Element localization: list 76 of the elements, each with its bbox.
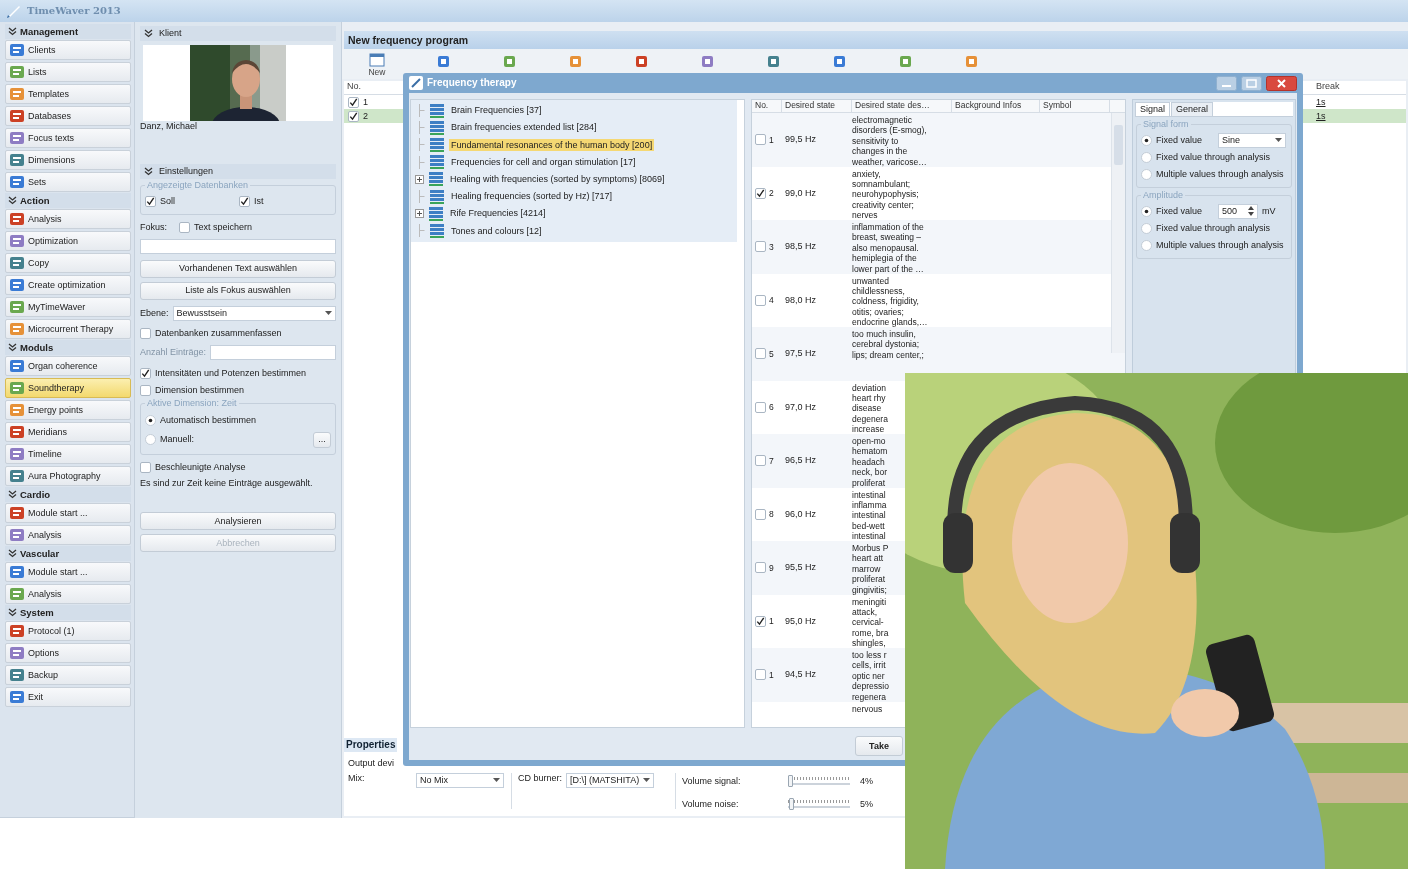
field-label: CD burner:: [518, 772, 562, 784]
table-cell: 3: [769, 241, 774, 252]
group-title: Aktive Dimension: Zeit: [146, 398, 238, 409]
field-label: Output devi: [348, 758, 396, 769]
field-label: Fokus:: [140, 221, 167, 233]
radio-label: Fixed value through analysis: [1156, 222, 1271, 234]
table-cell: 8: [769, 509, 774, 520]
table-cell-text: inflammation of the breast, sweating – also menopausal. hemiplegia of the lower part of the …: [852, 221, 925, 275]
table-cell: 2: [769, 188, 774, 199]
field-label: Volume noise:: [682, 798, 740, 810]
table-cell: 95,0 Hz: [785, 615, 817, 626]
table-cell: 9: [769, 562, 774, 573]
table-cell: 4: [769, 295, 774, 306]
table-cell: 5: [769, 348, 774, 359]
table-cell: 95,5 Hz: [785, 562, 817, 573]
table-cell-text: 1s: [1316, 110, 1327, 122]
table-cell-text: 1s: [1316, 96, 1327, 108]
table-cell: 1: [769, 134, 774, 145]
column-header: No.: [752, 100, 782, 112]
field-label: Ebene:: [140, 307, 169, 319]
table-cell: 98,5 Hz: [785, 241, 817, 252]
table-cell: 6: [769, 402, 774, 413]
checkbox-label: Beschleunigte Analyse: [155, 461, 246, 473]
field-label: Mix:: [348, 772, 366, 784]
table-cell: 1: [769, 669, 774, 680]
field-label: Anzahl Einträge:: [140, 346, 207, 358]
checkbox-label: Ist: [254, 195, 264, 207]
table-cell: 94,5 Hz: [785, 669, 817, 680]
radio-label: Manuell:: [160, 434, 195, 445]
column-header: No.: [346, 81, 362, 93]
group-title: Amplitude: [1142, 190, 1185, 201]
radio-label: Automatisch bestimmen: [160, 414, 257, 426]
section-title: Properties: [344, 738, 398, 752]
table-cell: 1: [769, 616, 774, 627]
field-label: Volume signal:: [682, 775, 742, 787]
table-cell-text: too much insulin, cerebral dystonia; lips; dream center,;: [852, 328, 925, 361]
checkbox-label: Intensitäten und Potenzen bestimmen: [155, 367, 307, 379]
table-cell: 96,0 Hz: [785, 508, 817, 519]
table-cell: 7: [769, 455, 774, 466]
table-cell-text: nervous: [852, 702, 884, 714]
table-cell: 97,0 Hz: [785, 401, 817, 412]
column-header: Symbol: [1040, 100, 1110, 112]
panel-title: New frequency program: [344, 31, 1408, 49]
group-title: Angezeigte Datenbanken: [146, 180, 250, 191]
app-title: TimeWaver 2013: [27, 5, 121, 17]
table-cell: 99,0 Hz: [785, 187, 817, 198]
radio-label: Fixed value through analysis: [1156, 151, 1271, 163]
column-header: Desired state: [782, 100, 852, 112]
radio-label: Multiple values through analysis: [1156, 168, 1284, 180]
checkbox-label: Soll: [160, 195, 175, 207]
checkbox-label: Datenbanken zusammenfassen: [155, 327, 282, 339]
slider-value: 4%: [860, 775, 873, 787]
table-cell: 96,5 Hz: [785, 455, 817, 466]
table-cell-text: Morbus P heart att marrow proliferat gingivitis;: [852, 542, 890, 596]
checkbox-label: Dimension bestimmen: [155, 384, 245, 396]
table-cell: 2: [363, 110, 368, 122]
table-cell: 99,5 Hz: [785, 134, 817, 145]
column-header: Break: [1316, 81, 1341, 93]
table-cell-text: electromagnetic disorders (E-smog), sensitivity to changes in the weather, varicose…: [852, 114, 928, 168]
radio-label: Fixed value: [1156, 134, 1203, 146]
column-header: Background Infos: [952, 100, 1040, 112]
client-name: Danz, Michael: [140, 121, 199, 132]
info-text: Es sind zur Zeit keine Einträge ausgewählt.: [140, 477, 314, 489]
dialog-title: Frequency therapy: [427, 77, 517, 89]
table-cell-text: unwanted childlessness, coldness, frigidity, otitis; ovaries; endocrine glands,…: [852, 274, 929, 328]
slider-value: 5%: [860, 798, 873, 810]
table-cell: 1: [363, 96, 368, 108]
table-cell: 97,5 Hz: [785, 348, 817, 359]
unit-label: mV: [1262, 205, 1276, 217]
radio-label: Multiple values through analysis: [1156, 239, 1284, 251]
radio-label: Fixed value: [1156, 205, 1203, 217]
table-cell-text: intestinal inflamma intestinal bed-wett intestinal: [852, 488, 888, 542]
table-cell: 98,0 Hz: [785, 294, 817, 305]
checkbox-label: Text speichern: [194, 221, 253, 233]
group-title: Signal form: [1142, 119, 1190, 130]
column-header: Desired state des…: [852, 100, 952, 112]
